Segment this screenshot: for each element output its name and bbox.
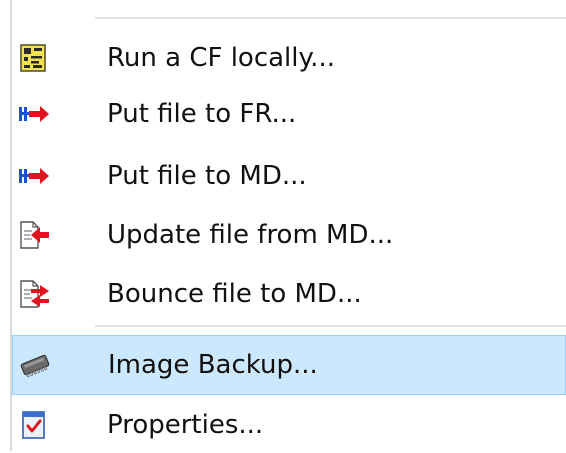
menu-item-put-file-to-md[interactable]: Put file to MD... <box>12 148 566 204</box>
menu-item-label: Bounce file to MD... <box>107 279 362 309</box>
menu-item-label: Put file to FR... <box>107 99 297 129</box>
menu-separator-middle <box>95 325 566 327</box>
update-file-icon <box>18 219 50 251</box>
put-file-icon <box>18 98 50 130</box>
menu-item-image-backup[interactable]: Image Backup... <box>12 335 566 395</box>
menu-item-put-file-to-fr[interactable]: Put file to FR... <box>12 86 566 142</box>
context-menu: Run a CF locally... Put file to FR... Pu… <box>0 0 566 451</box>
menu-item-properties[interactable]: Properties... <box>12 397 566 453</box>
menu-item-label: Put file to MD... <box>107 161 307 191</box>
put-file-icon <box>18 160 50 192</box>
run-cf-icon <box>18 42 50 74</box>
menu-item-label: Run a CF locally... <box>107 43 335 73</box>
menu-item-update-file-from-md[interactable]: Update file from MD... <box>12 207 566 263</box>
menu-item-label: Image Backup... <box>108 350 318 380</box>
properties-icon <box>18 409 50 441</box>
menu-item-label: Update file from MD... <box>107 220 394 250</box>
menu-item-bounce-file-to-md[interactable]: Bounce file to MD... <box>12 266 566 322</box>
menu-item-label: Properties... <box>107 410 264 440</box>
bounce-file-icon <box>18 278 50 310</box>
chip-icon <box>19 349 51 381</box>
menu-item-run-cf-locally[interactable]: Run a CF locally... <box>12 30 566 86</box>
menu-separator-top <box>95 17 566 19</box>
